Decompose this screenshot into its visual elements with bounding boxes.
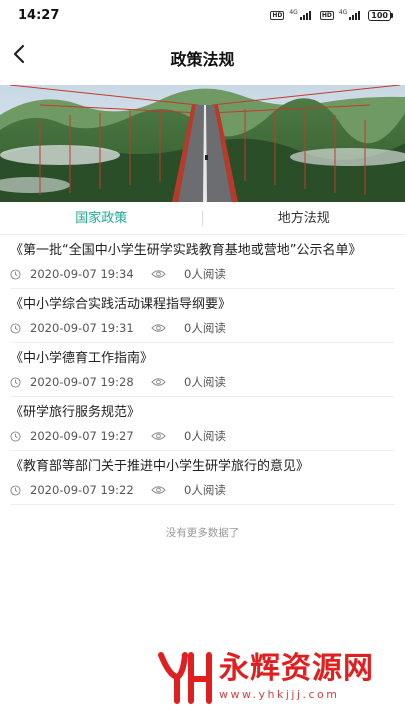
eye-icon: [151, 486, 166, 494]
network-type: 4G: [289, 8, 298, 16]
list-item[interactable]: 《教育部等部门关于推进中小学生研学旅行的意见》 2020-09-07 19:22…: [10, 451, 395, 505]
article-views-text: 0人阅读: [184, 321, 226, 335]
article-views: 0人阅读: [151, 320, 226, 336]
watermark-url: www.yhkjjj.com: [219, 687, 340, 701]
article-meta: 2020-09-07 19:27 0人阅读: [10, 428, 395, 444]
article-views: 0人阅读: [151, 266, 226, 282]
article-views: 0人阅读: [151, 374, 226, 390]
clock-icon: [10, 376, 21, 388]
article-time-text: 2020-09-07 19:28: [30, 375, 134, 389]
article-time-text: 2020-09-07 19:31: [30, 321, 134, 335]
list-item[interactable]: 《中小学德育工作指南》 2020-09-07 19:28 0人阅读: [10, 343, 395, 397]
chevron-left-icon: [13, 44, 25, 64]
signal-icon: [349, 10, 361, 20]
status-bar: 14:27 HD 4G HD 4G 100: [0, 0, 405, 30]
eye-icon: [151, 432, 166, 440]
no-more-data: 没有更多数据了: [165, 527, 240, 539]
status-icons: HD 4G HD 4G 100: [270, 8, 393, 22]
article-meta: 2020-09-07 19:28 0人阅读: [10, 374, 395, 390]
article-meta: 2020-09-07 19:31 0人阅读: [10, 320, 395, 336]
hd-badge: HD: [319, 10, 334, 20]
article-title: 《中小学德育工作指南》: [10, 351, 154, 366]
tab-bar: 国家政策 地方法规: [0, 202, 405, 235]
back-button[interactable]: [8, 42, 30, 66]
article-time: 2020-09-07 19:27: [10, 429, 151, 443]
article-views-text: 0人阅读: [184, 483, 226, 497]
list-item[interactable]: 《研学旅行服务规范》 2020-09-07 19:27 0人阅读: [10, 397, 395, 451]
tab-local-regulations[interactable]: 地方法规: [203, 202, 405, 235]
article-views-text: 0人阅读: [184, 375, 226, 389]
clock-icon: [10, 268, 21, 280]
watermark-name: 永辉资源网: [219, 650, 374, 686]
clock-icon: [10, 484, 21, 496]
banner-image: [0, 85, 405, 202]
watermark: 永辉资源网 www.yhkjjj.com: [155, 645, 374, 707]
article-title: 《教育部等部门关于推进中小学生研学旅行的意见》: [10, 459, 310, 474]
article-time: 2020-09-07 19:28: [10, 375, 151, 389]
article-title: 《中小学综合实践活动课程指导纲要》: [10, 297, 232, 312]
status-time: 14:27: [18, 7, 60, 23]
list-item[interactable]: 《第一批“全国中小学生研学实践教育基地或营地”公示名单》 2020-09-07 …: [10, 235, 395, 289]
article-time: 2020-09-07 19:22: [10, 483, 151, 497]
tab-national-policy[interactable]: 国家政策: [0, 202, 203, 235]
nav-bar: 政策法规: [0, 30, 405, 85]
article-time-text: 2020-09-07 19:34: [30, 267, 134, 281]
article-views-text: 0人阅读: [184, 429, 226, 443]
signal-icon: [299, 10, 311, 20]
tab-divider: [202, 211, 203, 226]
hd-badge: HD: [270, 10, 285, 20]
article-views-text: 0人阅读: [184, 267, 226, 281]
article-time: 2020-09-07 19:34: [10, 267, 151, 281]
article-time: 2020-09-07 19:31: [10, 321, 151, 335]
page-title: 政策法规: [170, 49, 235, 69]
article-title: 《研学旅行服务规范》: [10, 405, 141, 420]
eye-icon: [151, 378, 166, 386]
article-meta: 2020-09-07 19:22 0人阅读: [10, 482, 395, 498]
battery-icon: 100: [368, 9, 393, 21]
article-list: 《第一批“全国中小学生研学实践教育基地或营地”公示名单》 2020-09-07 …: [0, 235, 405, 505]
list-item[interactable]: 《中小学综合实践活动课程指导纲要》 2020-09-07 19:31 0人阅读: [10, 289, 395, 343]
eye-icon: [151, 270, 166, 278]
article-meta: 2020-09-07 19:34 0人阅读: [10, 266, 395, 282]
network-type: 4G: [338, 8, 348, 16]
clock-icon: [10, 430, 21, 442]
article-views: 0人阅读: [151, 482, 226, 498]
watermark-logo-icon: [158, 652, 212, 704]
article-views: 0人阅读: [151, 428, 226, 444]
clock-icon: [10, 322, 21, 334]
eye-icon: [151, 324, 166, 332]
article-time-text: 2020-09-07 19:22: [30, 483, 134, 497]
article-time-text: 2020-09-07 19:27: [30, 429, 134, 443]
article-title: 《第一批“全国中小学生研学实践教育基地或营地”公示名单》: [10, 243, 362, 258]
